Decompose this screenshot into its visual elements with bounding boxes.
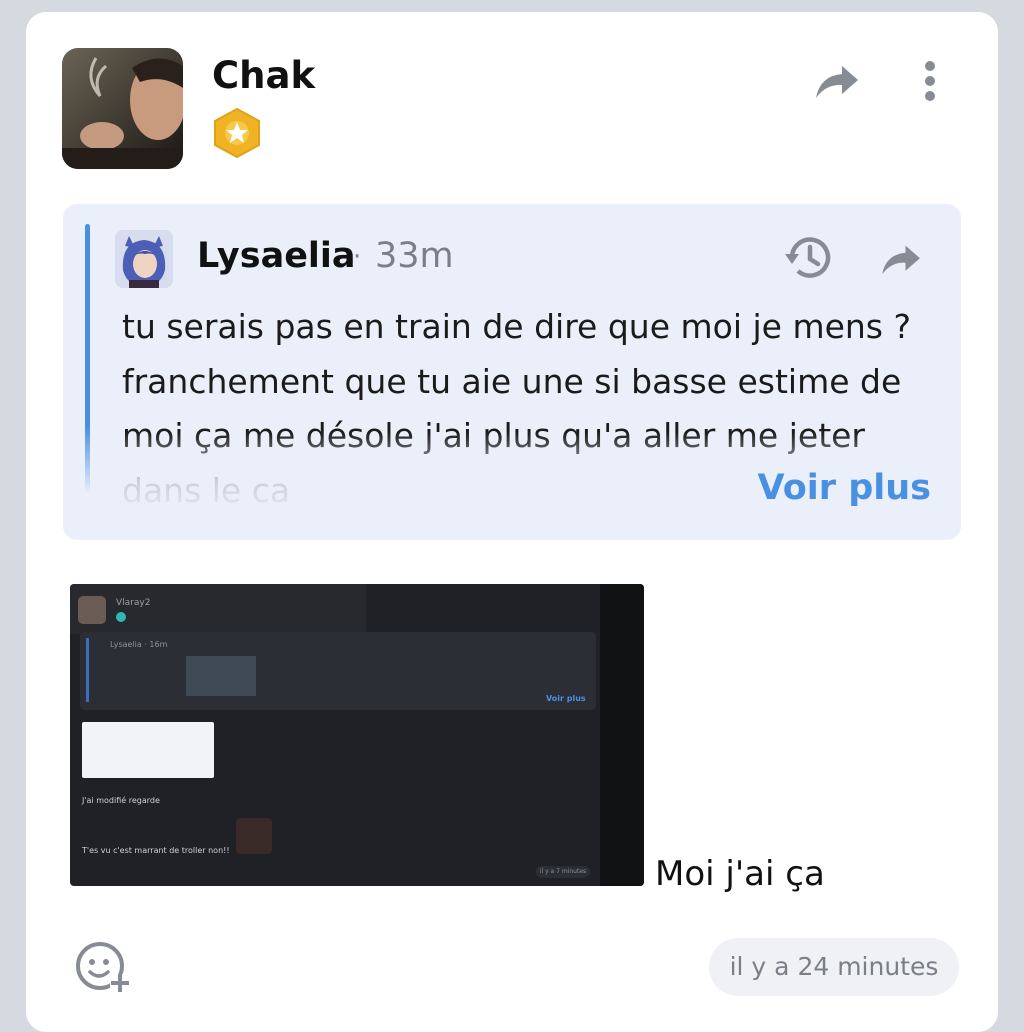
share-icon[interactable] — [879, 242, 923, 278]
history-icon[interactable] — [784, 234, 836, 282]
separator-dot: · — [353, 242, 362, 272]
more-vertical-icon[interactable] — [919, 60, 941, 102]
add-reaction-icon[interactable] — [74, 940, 130, 992]
screenshot-timestamp: il y a 7 minutes — [536, 866, 590, 878]
screenshot-text-1: J'ai modifié regarde — [82, 796, 160, 805]
share-icon[interactable] — [814, 62, 860, 102]
screenshot-inner-image — [82, 722, 214, 778]
screenshot-badge-icon — [116, 612, 126, 622]
screenshot-text-2: T'es vu c'est marrant de troller non!! — [82, 846, 230, 855]
post-card: Chak Lysaelia · 33m tu serais pas en tra… — [26, 12, 998, 1032]
gold-star-badge-icon — [211, 107, 263, 159]
quoted-message[interactable]: Lysaelia · 33m tu serais pas en train de… — [63, 204, 961, 540]
see-more-link[interactable]: Voir plus — [727, 468, 931, 508]
screenshot-dark-edge — [600, 584, 644, 886]
screenshot-avatar — [78, 596, 106, 624]
screenshot-quote-bar — [86, 638, 89, 702]
author-avatar[interactable] — [62, 48, 183, 169]
screenshot-header — [70, 584, 366, 634]
screenshot-quote-author: Lysaelia · 16m — [110, 640, 168, 649]
attached-screenshot[interactable]: Vlaray2 Lysaelia · 16m Voir plus J'ai mo… — [70, 584, 644, 886]
screenshot-see-more: Voir plus — [546, 694, 586, 703]
quote-accent-bar — [85, 224, 90, 494]
screenshot-face-image — [236, 818, 272, 854]
screenshot-author: Vlaray2 — [116, 598, 151, 608]
quote-timestamp: 33m — [375, 236, 454, 276]
quote-author-name[interactable]: Lysaelia — [197, 236, 356, 276]
message-text: Moi j'ai ça — [655, 854, 825, 894]
author-name[interactable]: Chak — [212, 54, 315, 97]
screenshot-quote-image — [186, 656, 256, 696]
quote-author-avatar[interactable] — [115, 230, 173, 288]
post-timestamp: il y a 24 minutes — [709, 938, 959, 996]
